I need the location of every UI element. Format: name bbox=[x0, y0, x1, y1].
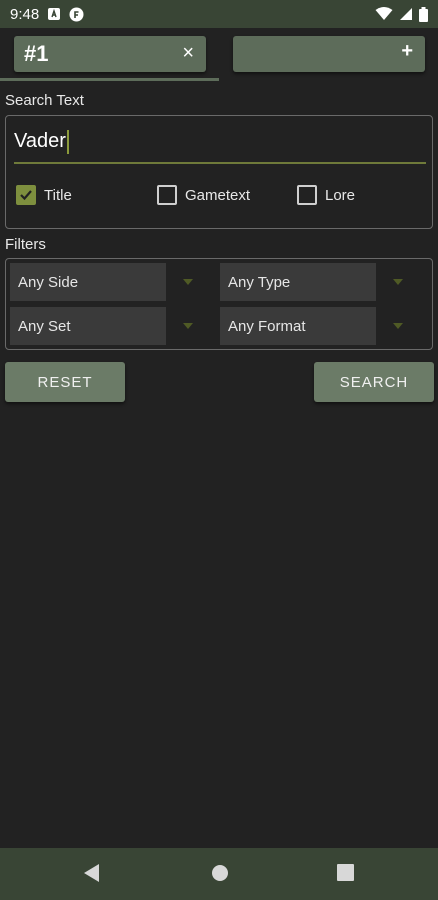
close-tab-button[interactable]: × bbox=[182, 42, 194, 65]
dropdown-arrow-icon bbox=[166, 307, 210, 345]
title-checkbox[interactable]: Title bbox=[16, 185, 72, 205]
filters-label: Filters bbox=[5, 236, 46, 253]
tab-1[interactable]: #1 × bbox=[14, 36, 206, 72]
status-bar: 9:48 bbox=[0, 0, 438, 28]
tab-indicator bbox=[0, 78, 219, 81]
text-cursor bbox=[66, 130, 69, 154]
gametext-checkbox-label: Gametext bbox=[185, 186, 251, 204]
wifi-icon bbox=[375, 7, 393, 21]
search-input-value: Vader bbox=[14, 130, 66, 152]
title-checkbox-label: Title bbox=[44, 186, 72, 204]
format-dropdown-value: Any Format bbox=[220, 307, 376, 345]
side-dropdown[interactable]: Any Side bbox=[10, 263, 210, 301]
type-dropdown[interactable]: Any Type bbox=[220, 263, 420, 301]
checkbox-checked-icon bbox=[16, 185, 36, 205]
checkbox-unchecked-icon bbox=[157, 185, 177, 205]
search-button[interactable]: SEARCH bbox=[314, 362, 434, 402]
lore-checkbox[interactable]: Lore bbox=[297, 185, 355, 205]
tab-bar: #1 × + bbox=[0, 28, 438, 82]
set-dropdown-value: Any Set bbox=[10, 307, 166, 345]
gametext-checkbox[interactable]: Gametext bbox=[157, 185, 250, 205]
search-text-label: Search Text bbox=[5, 92, 84, 109]
search-panel: Vader Title Gametext Lore bbox=[5, 115, 433, 229]
status-time: 9:48 bbox=[10, 5, 40, 23]
dropdown-arrow-icon bbox=[376, 263, 420, 301]
battery-icon bbox=[419, 6, 428, 22]
home-icon[interactable] bbox=[211, 864, 229, 887]
back-icon[interactable] bbox=[84, 864, 100, 887]
lore-checkbox-label: Lore bbox=[325, 186, 356, 204]
filters-panel: Any Side Any Type Any Set Any Format bbox=[5, 258, 433, 350]
dropdown-arrow-icon bbox=[166, 263, 210, 301]
signal-icon bbox=[399, 7, 413, 21]
add-tab-button[interactable]: + bbox=[401, 40, 413, 63]
set-dropdown[interactable]: Any Set bbox=[10, 307, 210, 345]
format-dropdown[interactable]: Any Format bbox=[220, 307, 420, 345]
recents-icon[interactable] bbox=[337, 864, 354, 886]
notification-f-icon bbox=[69, 7, 84, 22]
tab-title: #1 bbox=[24, 41, 49, 66]
notification-a-icon bbox=[47, 7, 61, 21]
side-dropdown-value: Any Side bbox=[10, 263, 166, 301]
tab-new[interactable]: + bbox=[233, 36, 425, 72]
search-input[interactable]: Vader bbox=[14, 130, 426, 164]
reset-button[interactable]: RESET bbox=[5, 362, 125, 402]
checkbox-unchecked-icon bbox=[297, 185, 317, 205]
navigation-bar bbox=[0, 848, 438, 900]
search-options: Title Gametext Lore bbox=[6, 185, 432, 211]
dropdown-arrow-icon bbox=[376, 307, 420, 345]
type-dropdown-value: Any Type bbox=[220, 263, 376, 301]
